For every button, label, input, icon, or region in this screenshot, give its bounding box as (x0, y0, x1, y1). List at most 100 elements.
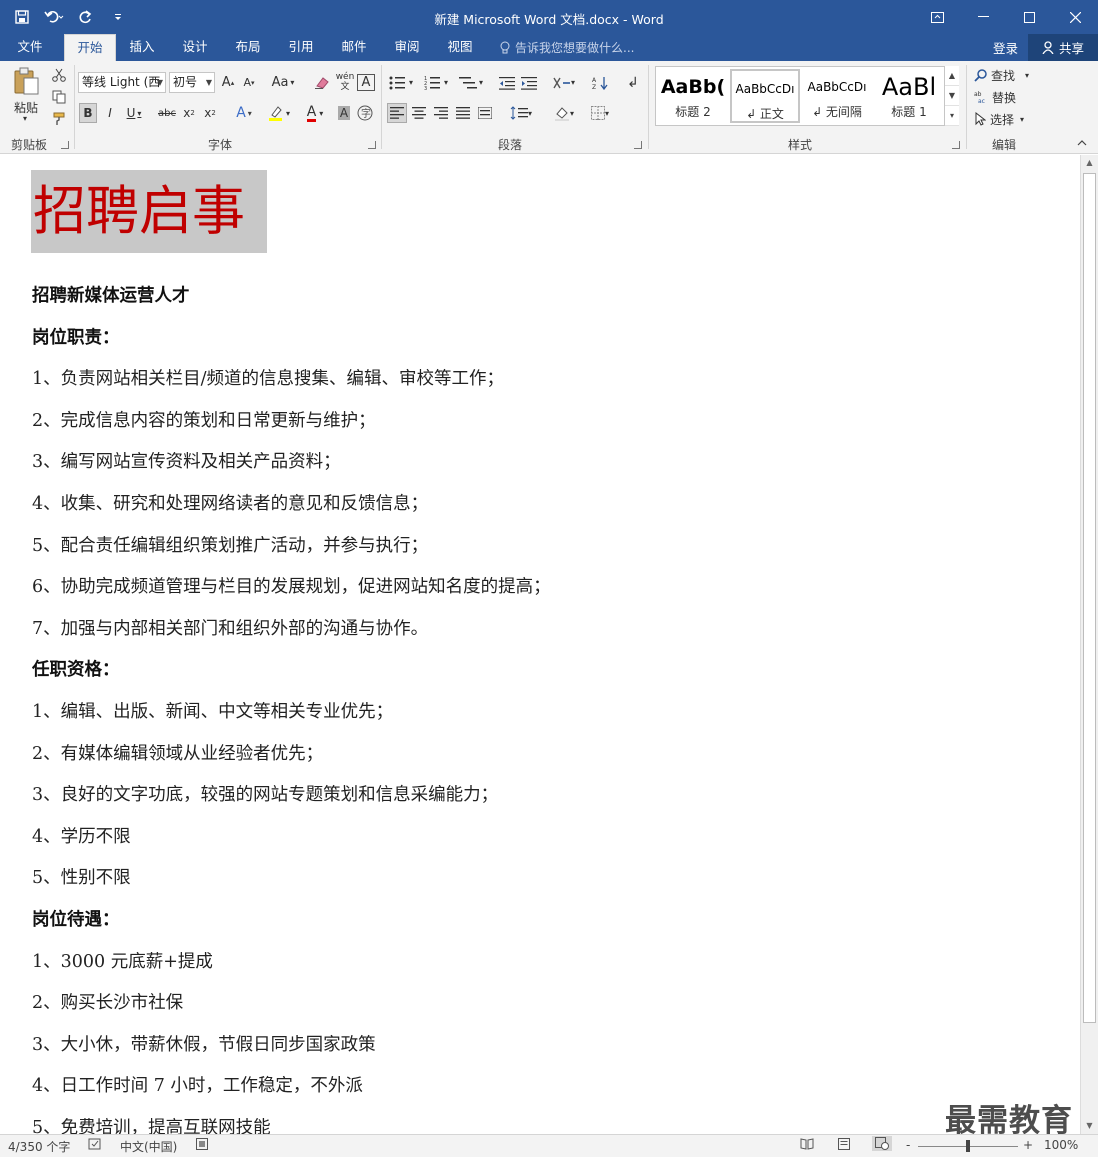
decrease-indent-icon[interactable] (497, 72, 517, 93)
tab-review[interactable]: 审阅 (385, 34, 429, 61)
document-paragraph: 1、负责网站相关栏目/频道的信息搜集、编辑、审校等工作； (32, 369, 505, 389)
document-page[interactable]: 招聘启事 招聘新媒体运营人才 岗位职责： 1、负责网站相关栏目/频道的信息搜集、编辑… (0, 155, 1080, 1134)
paste-dropdown-icon[interactable]: ▾ (19, 114, 31, 123)
tab-file[interactable]: 文件 (6, 34, 54, 61)
word-count[interactable]: 4/350 个字 (8, 1138, 70, 1155)
highlight-color-icon[interactable]: ▾ (263, 103, 295, 123)
document-paragraph: 5、免费培训，提高互联网技能 (32, 1118, 271, 1134)
increase-indent-icon[interactable] (519, 72, 539, 93)
scroll-up-icon[interactable]: ▲ (1081, 155, 1098, 171)
font-name-dropdown-icon[interactable]: ▼ (157, 73, 163, 92)
gallery-up-icon[interactable]: ▲ (945, 66, 959, 86)
replace-button[interactable]: ab ac 替换 (974, 87, 1038, 107)
show-marks-icon[interactable]: ↲ (622, 72, 644, 93)
align-center-icon[interactable] (409, 103, 429, 123)
close-icon[interactable] (1052, 0, 1098, 34)
align-right-icon[interactable] (431, 103, 451, 123)
italic-button[interactable]: I (101, 103, 119, 123)
tab-design[interactable]: 设计 (173, 34, 217, 61)
gallery-down-icon[interactable]: ▼ (945, 86, 959, 106)
language-indicator[interactable]: 中文(中国) (120, 1138, 177, 1155)
multilevel-list-icon[interactable]: ▾ (455, 72, 487, 93)
proofing-icon[interactable] (88, 1138, 102, 1150)
macro-icon[interactable] (196, 1138, 208, 1150)
gallery-more-icon[interactable]: ▾ (945, 106, 959, 126)
superscript-button[interactable]: x2 (201, 103, 219, 123)
scrollbar-thumb[interactable] (1083, 173, 1096, 1023)
paragraph-launcher-icon[interactable] (634, 141, 642, 149)
paste-icon[interactable] (10, 65, 44, 97)
tab-mailings[interactable]: 邮件 (332, 34, 376, 61)
minimize-icon[interactable] (960, 0, 1006, 34)
font-group-label: 字体 (207, 138, 232, 152)
chinese-layout-icon[interactable]: ▾ (549, 72, 579, 93)
sort-icon[interactable]: AZ (590, 72, 612, 93)
style-heading-2[interactable]: AaBb( 标题 2 (658, 69, 728, 123)
maximize-icon[interactable] (1006, 0, 1052, 34)
share-button[interactable]: 共享 (1028, 34, 1098, 61)
justify-icon[interactable] (453, 103, 473, 123)
format-painter-icon[interactable] (48, 109, 70, 129)
zoom-out-button[interactable]: - (906, 1138, 910, 1152)
shading-icon[interactable]: ▾ (548, 103, 580, 123)
copy-icon[interactable] (48, 87, 70, 107)
styles-launcher-icon[interactable] (952, 141, 960, 149)
customize-icon[interactable] (104, 5, 132, 29)
underline-button[interactable]: U ▾ (123, 103, 145, 123)
zoom-slider-thumb[interactable] (966, 1140, 970, 1152)
clipboard-launcher-icon[interactable] (61, 141, 69, 149)
numbering-icon[interactable]: 1 2 3 ▾ (421, 72, 451, 93)
subscript-button[interactable]: x2 (180, 103, 198, 123)
change-case-button[interactable]: Aa ▾ (268, 72, 298, 93)
undo-icon[interactable] (40, 5, 68, 29)
tab-view[interactable]: 视图 (438, 34, 482, 61)
strikethrough-button[interactable]: abc (157, 103, 177, 123)
select-button[interactable]: 选择 ▾ (974, 109, 1038, 129)
web-layout-icon[interactable] (872, 1136, 892, 1151)
line-spacing-icon[interactable]: ▾ (505, 103, 537, 123)
font-size-combo[interactable]: 初号 ▼ (169, 72, 215, 93)
cut-icon[interactable] (48, 65, 70, 85)
text-effects-icon[interactable]: A ▾ (229, 103, 259, 123)
print-layout-icon[interactable] (838, 1138, 850, 1150)
tab-references[interactable]: 引用 (279, 34, 323, 61)
font-size-dropdown-icon[interactable]: ▼ (206, 73, 212, 92)
ribbon-display-icon[interactable] (914, 0, 960, 34)
clear-format-icon[interactable] (311, 72, 333, 93)
style-no-spacing[interactable]: AaBbCcDı ↲ 无间隔 (802, 69, 872, 123)
enclose-characters-icon[interactable]: 字 (356, 103, 374, 123)
character-shading-icon[interactable]: A (335, 103, 353, 123)
read-mode-icon[interactable] (800, 1138, 814, 1150)
document-paragraph: 7、加强与内部相关部门和组织外部的沟通与协作。 (32, 619, 429, 639)
find-button[interactable]: 查找 ▾ (974, 65, 1038, 85)
change-case-label: Aa (271, 75, 289, 90)
style-normal[interactable]: AaBbCcDı ↲ 正文 (730, 69, 800, 123)
redo-icon[interactable] (72, 5, 100, 29)
font-color-icon[interactable]: A ▾ (299, 103, 331, 123)
borders-icon[interactable]: ▾ (584, 103, 616, 123)
tab-home[interactable]: 开始 (64, 34, 116, 61)
scroll-down-icon[interactable]: ▼ (1081, 1118, 1098, 1134)
collapse-ribbon-icon[interactable] (1075, 137, 1089, 149)
phonetic-guide-icon[interactable]: wén 文 (335, 69, 355, 95)
tell-me-box[interactable]: 告诉我您想要做什么... (500, 39, 634, 56)
tab-layout[interactable]: 布局 (226, 34, 270, 61)
section-heading: 岗位待遇： (32, 910, 120, 930)
vertical-scrollbar[interactable]: ▲ ▼ (1080, 155, 1098, 1134)
font-launcher-icon[interactable] (368, 141, 376, 149)
grow-font-icon[interactable]: A ▴ (219, 72, 237, 93)
document-paragraph: 2、完成信息内容的策划和日常更新与维护； (32, 411, 376, 431)
font-name-combo[interactable]: 等线 Light (西 ▼ (78, 72, 166, 93)
login-link[interactable]: 登录 (993, 38, 1018, 57)
shrink-font-icon[interactable]: A ▾ (240, 72, 258, 93)
bold-button[interactable]: B (79, 103, 97, 123)
distributed-icon[interactable] (475, 103, 495, 123)
zoom-in-button[interactable]: + (1023, 1138, 1033, 1152)
character-border-icon[interactable]: A (357, 74, 375, 91)
style-heading-1[interactable]: AaBl 标题 1 (874, 69, 944, 123)
zoom-level[interactable]: 100% (1044, 1138, 1078, 1152)
align-left-icon[interactable] (387, 103, 407, 123)
bullets-icon[interactable]: ▾ (387, 72, 415, 93)
tab-insert[interactable]: 插入 (120, 34, 164, 61)
save-icon[interactable] (8, 5, 36, 29)
